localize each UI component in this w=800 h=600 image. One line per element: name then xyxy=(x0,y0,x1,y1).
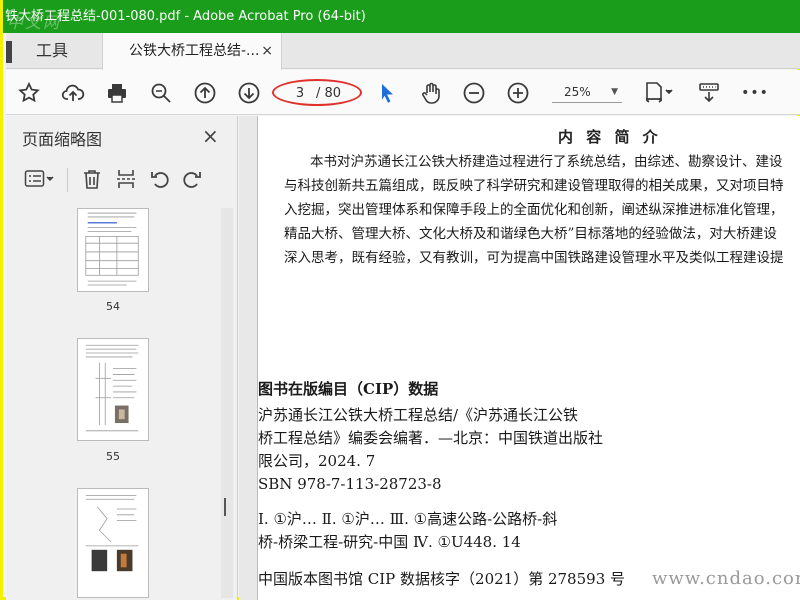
scrollbar-grip[interactable] xyxy=(224,498,226,516)
main-toolbar: 3 / 80 25% ▼ ••• xyxy=(6,70,800,115)
cip-line: 限公司，2024. 7 xyxy=(258,452,376,470)
watermark-logo: 中文网 xyxy=(7,13,62,32)
classification-line: Ⅰ. ①沪… Ⅱ. ①沪… Ⅲ. ①高速公路-公路桥-斜 xyxy=(258,510,558,528)
zoom-level-value: 25% xyxy=(564,85,591,99)
tab-document-label: 公铁大桥工程总结-... xyxy=(129,43,260,59)
site-watermark: www.cndao.com xyxy=(652,568,800,589)
paragraph-line: 入挖掘，突出管理体系和保障手段上的全面优化和创新，阐述纵深推进标准化管理， xyxy=(284,202,784,218)
zoom-level-dropdown[interactable]: 25% ▼ xyxy=(552,81,622,103)
bookmark-star-icon[interactable] xyxy=(14,78,44,108)
print-icon[interactable] xyxy=(102,78,132,108)
current-page-input[interactable]: 3 xyxy=(292,86,308,101)
hand-tool-icon[interactable] xyxy=(416,78,446,108)
cip-number-line: 中国版本图书馆 CIP 数据核字（2021）第 278593 号 xyxy=(258,570,626,588)
scroll-mode-icon[interactable] xyxy=(694,78,724,108)
page-up-icon[interactable] xyxy=(190,78,220,108)
tab-edge-marker xyxy=(6,41,12,63)
page-thumbnail[interactable] xyxy=(77,338,149,441)
thumbnail-options-icon[interactable] xyxy=(20,165,58,193)
section-title: 内 容 简 介 xyxy=(558,128,662,146)
tab-bar: 工具 公铁大桥工程总结-... × xyxy=(6,33,800,70)
title-bar: 铁大桥工程总结-001-080.pdf - Adobe Acrobat Pro … xyxy=(3,0,800,33)
tab-tools[interactable]: 工具 xyxy=(6,33,101,69)
summary-paragraph: 本书对沪苏通长江公铁大桥建造过程进行了系统总结，由综述、勘察设计、建设 与科技创… xyxy=(284,150,800,270)
total-pages-label: / 80 xyxy=(316,86,342,101)
page-thumbnail[interactable] xyxy=(77,488,149,598)
paragraph-line: 精品大桥、管理大桥、文化大桥及和谐绿色大桥”目标落地的经验做法，对大桥建设 xyxy=(284,226,777,242)
paragraph-line: 与科技创新共五篇组成，既反映了科学研究和建设管理取得的相关成果，又对项目特 xyxy=(284,178,784,194)
cip-line: 桥工程总结》编委会编著．—北京：中国铁道出版社 xyxy=(258,429,604,447)
cip-line: 沪苏通长江公铁大桥工程总结/《沪苏通长江公铁 xyxy=(258,406,579,424)
classification-line: 桥-桥梁工程-研究-中国 Ⅳ. ①U448. 14 xyxy=(258,533,521,551)
panel-title: 页面缩略图 xyxy=(22,130,103,149)
app-window: 铁大桥工程总结-001-080.pdf - Adobe Acrobat Pro … xyxy=(0,0,800,600)
extract-page-icon[interactable] xyxy=(112,165,140,193)
panel-close-icon[interactable]: × xyxy=(202,124,219,148)
thumbnail-page-number: 55 xyxy=(106,450,120,463)
cip-line: SBN 978-7-113-28723-8 xyxy=(258,475,442,493)
toolbar-divider xyxy=(67,168,68,192)
paragraph-line: 本书对沪苏通长江公铁大桥建造过程进行了系统总结，由综述、勘察设计、建设 xyxy=(310,154,783,170)
cip-heading: 图书在版编目（CIP）数据 xyxy=(258,380,439,398)
zoom-in-icon[interactable] xyxy=(503,78,533,108)
page-thumbnail[interactable] xyxy=(77,208,149,292)
thumbnail-page-number: 54 xyxy=(106,300,120,313)
tab-document[interactable]: 公铁大桥工程总结-... × xyxy=(102,33,282,70)
tab-tools-label: 工具 xyxy=(36,41,69,60)
thumbnail-panel: 页面缩略图 × 54 55 xyxy=(6,116,238,600)
more-options-icon[interactable]: ••• xyxy=(740,78,770,108)
pdf-page: 内 容 简 介 本书对沪苏通长江公铁大桥建造过程进行了系统总结，由综述、勘察设计… xyxy=(257,116,800,600)
cip-block: 沪苏通长江公铁大桥工程总结/《沪苏通长江公铁 桥工程总结》编委会编著．—北京：中… xyxy=(258,404,603,554)
cloud-upload-icon[interactable] xyxy=(58,78,88,108)
chevron-down-icon: ▼ xyxy=(611,87,618,97)
page-down-icon[interactable] xyxy=(234,78,264,108)
rotate-right-icon[interactable] xyxy=(178,165,206,193)
tab-close-icon[interactable]: × xyxy=(261,33,273,69)
zoom-out-icon[interactable] xyxy=(459,78,489,108)
zoom-search-icon[interactable] xyxy=(146,78,176,108)
page-number-field[interactable]: 3 / 80 xyxy=(272,79,362,106)
delete-page-icon[interactable] xyxy=(78,165,106,193)
paragraph-line: 深入思考，既有经验，又有教训，可为提高中国铁路建设管理水平及类似工程建设提 xyxy=(284,250,784,266)
thumbnail-list: 54 55 xyxy=(6,206,238,600)
select-cursor-icon[interactable] xyxy=(372,78,402,108)
thumbnail-scrollbar[interactable] xyxy=(221,208,233,598)
rotate-left-icon[interactable] xyxy=(146,165,174,193)
document-viewport[interactable]: 内 容 简 介 本书对沪苏通长江公铁大桥建造过程进行了系统总结，由综述、勘察设计… xyxy=(239,116,800,600)
page-fit-icon[interactable] xyxy=(638,78,678,108)
